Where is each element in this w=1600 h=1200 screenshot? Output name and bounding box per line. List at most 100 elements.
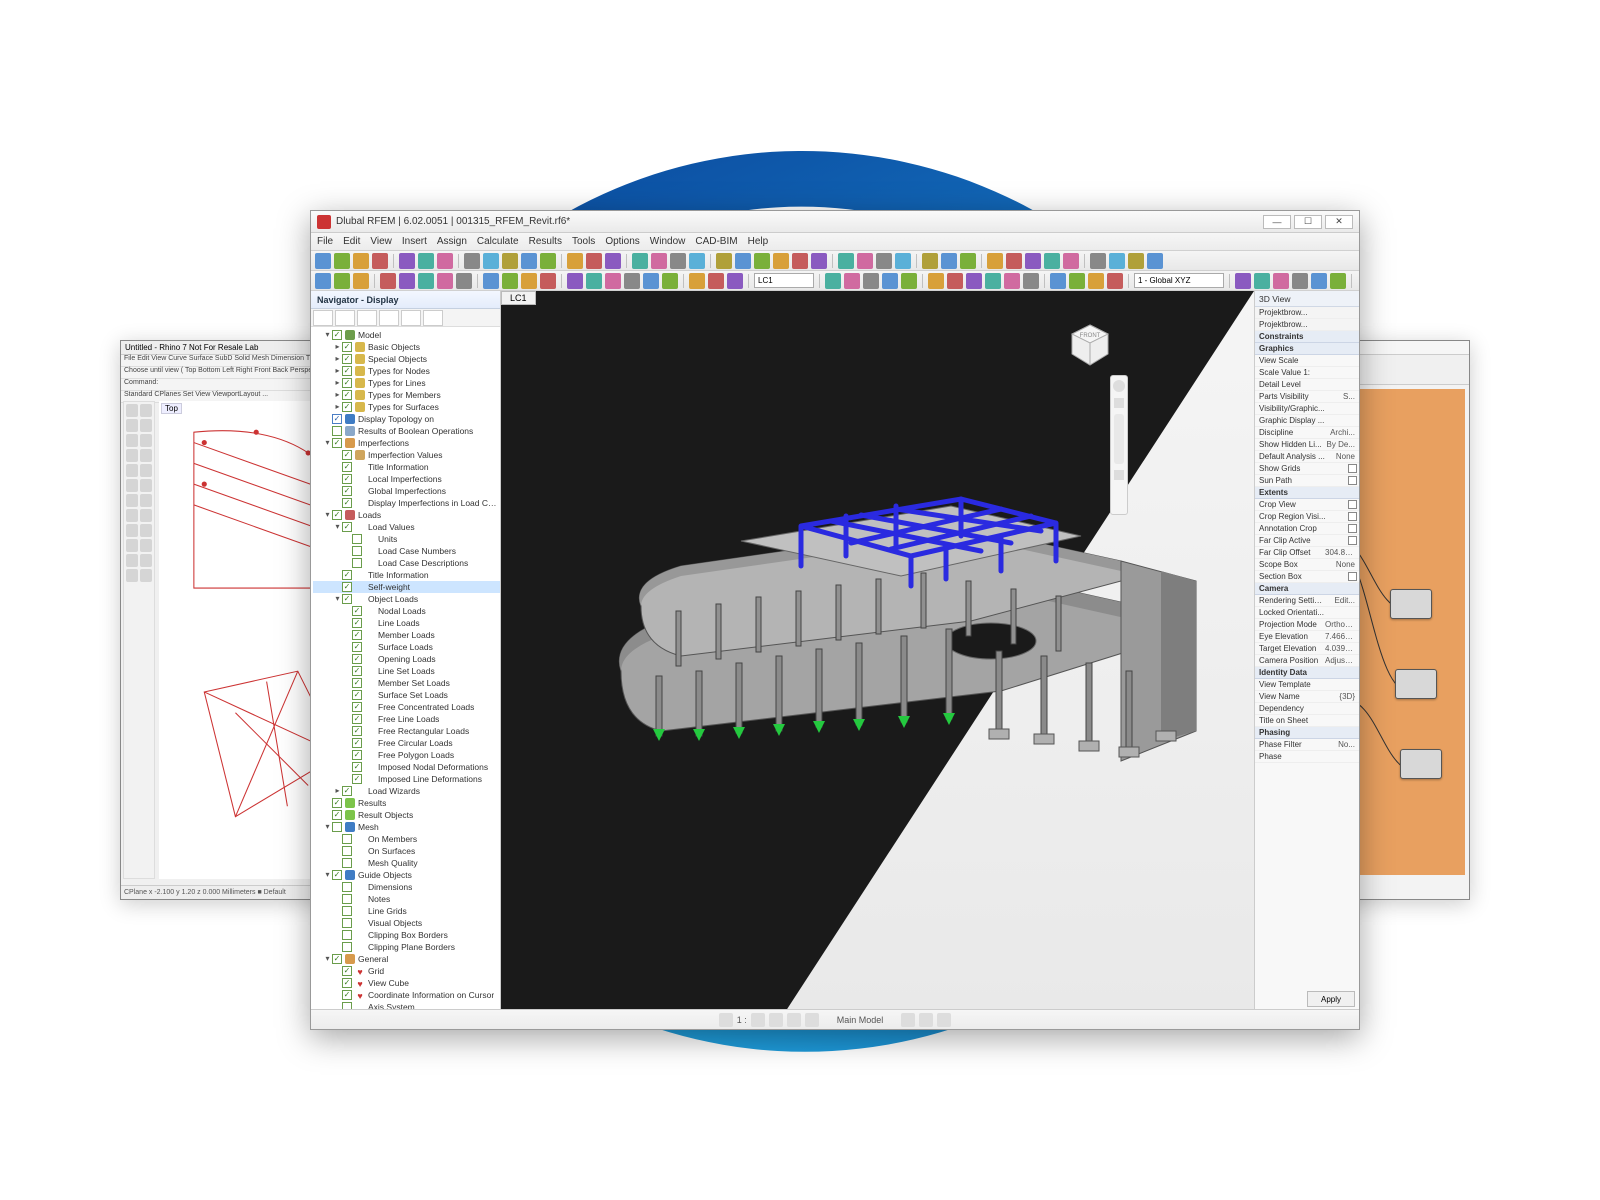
rhino-tool-palette[interactable] — [123, 401, 155, 879]
toolbar-icon[interactable] — [540, 273, 556, 289]
tree-node[interactable]: ✓Axis System — [313, 1001, 500, 1009]
prop-section-header[interactable]: Phasing — [1255, 727, 1359, 739]
checkbox[interactable]: ✓ — [342, 858, 352, 868]
prop-row[interactable]: Visibility/Graphic... — [1255, 403, 1359, 415]
prop-value[interactable]: Archi... — [1325, 428, 1357, 437]
toolbar-icon[interactable] — [1147, 253, 1163, 269]
tree-node[interactable]: ✓♥Grid — [313, 965, 500, 977]
tree-node[interactable]: ✓Title Information — [313, 569, 500, 581]
checkbox[interactable]: ✓ — [332, 510, 342, 520]
prop-row[interactable]: Sun Path — [1255, 475, 1359, 487]
menu-item[interactable]: File — [317, 236, 333, 247]
checkbox[interactable]: ✓ — [332, 870, 342, 880]
properties-header[interactable]: 3D View — [1255, 291, 1359, 307]
tree-node[interactable]: ✓Free Circular Loads — [313, 737, 500, 749]
prop-row[interactable]: Default Analysis ...None — [1255, 451, 1359, 463]
toolbar-icon[interactable] — [1044, 253, 1060, 269]
prop-checkbox[interactable] — [1348, 464, 1357, 473]
tree-node[interactable]: ▾✓Load Values — [313, 521, 500, 533]
prop-row[interactable]: Section Box — [1255, 571, 1359, 583]
toolbar-icon[interactable] — [651, 253, 667, 269]
toolbar-icon[interactable] — [483, 253, 499, 269]
toolbar-icon[interactable] — [521, 253, 537, 269]
toolbar-icon[interactable] — [1063, 253, 1079, 269]
checkbox[interactable]: ✓ — [332, 414, 342, 424]
toolbar-icon[interactable] — [670, 253, 686, 269]
toolbar-icon[interactable] — [437, 253, 453, 269]
tree-node[interactable]: ▸✓Special Objects — [313, 353, 500, 365]
checkbox[interactable]: ✓ — [342, 462, 352, 472]
prop-value[interactable]: Orthograp... — [1325, 620, 1357, 629]
checkbox[interactable]: ✓ — [352, 546, 362, 556]
tree-node[interactable]: ✓Mesh Quality — [313, 857, 500, 869]
prop-row[interactable]: Scale Value 1: — [1255, 367, 1359, 379]
toolbar-icon[interactable] — [1069, 273, 1085, 289]
toolbar-icon[interactable] — [1109, 253, 1125, 269]
toolbar-icon[interactable] — [540, 253, 556, 269]
status-icon[interactable] — [937, 1013, 951, 1027]
toolbar-icon[interactable] — [1023, 273, 1039, 289]
prop-row[interactable]: Graphic Display ... — [1255, 415, 1359, 427]
tree-node[interactable]: ✓Global Imperfections — [313, 485, 500, 497]
tree-node[interactable]: ✓Results — [313, 797, 500, 809]
tree-node[interactable]: ✓Notes — [313, 893, 500, 905]
tree-node[interactable]: ✓Free Polygon Loads — [313, 749, 500, 761]
checkbox[interactable]: ✓ — [342, 990, 352, 1000]
expand-icon[interactable]: ▾ — [323, 869, 332, 881]
checkbox[interactable]: ✓ — [352, 762, 362, 772]
checkbox[interactable]: ✓ — [342, 486, 352, 496]
prop-value[interactable]: No... — [1325, 740, 1357, 749]
toolbar-icon[interactable] — [882, 273, 898, 289]
checkbox[interactable]: ✓ — [342, 966, 352, 976]
prop-row[interactable]: Rendering Settin...Edit... — [1255, 595, 1359, 607]
prop-row[interactable]: Camera PositionAdjustin... — [1255, 655, 1359, 667]
toolbar-icon[interactable] — [605, 253, 621, 269]
status-icon[interactable] — [787, 1013, 801, 1027]
prop-value[interactable]: 7.4664 m — [1325, 632, 1357, 641]
toolbar-icon[interactable] — [399, 273, 415, 289]
prop-row[interactable]: Dependency — [1255, 703, 1359, 715]
toolbar-icon[interactable] — [662, 273, 678, 289]
menu-bar[interactable]: FileEditViewInsertAssignCalculateResults… — [311, 233, 1359, 251]
tree-node[interactable]: ✓Local Imperfections — [313, 473, 500, 485]
tree-node[interactable]: ✓Line Grids — [313, 905, 500, 917]
tree-node[interactable]: ✓Member Set Loads — [313, 677, 500, 689]
status-icon[interactable] — [751, 1013, 765, 1027]
tree-node[interactable]: ✓Results of Boolean Operations — [313, 425, 500, 437]
expand-icon[interactable]: ▾ — [323, 437, 332, 449]
prop-row[interactable]: Show Hidden Li...By De... — [1255, 439, 1359, 451]
checkbox[interactable]: ✓ — [352, 750, 362, 760]
expand-icon[interactable]: ▸ — [333, 353, 342, 365]
toolbar-icon[interactable] — [825, 273, 841, 289]
toolbar-icon[interactable] — [353, 253, 369, 269]
toolbar-icon[interactable] — [372, 253, 388, 269]
toolbar-icon[interactable] — [792, 253, 808, 269]
tree-node[interactable]: ✓Load Case Numbers — [313, 545, 500, 557]
toolbar-icon[interactable] — [716, 253, 732, 269]
checkbox[interactable]: ✓ — [342, 498, 352, 508]
prop-row[interactable]: Parts VisibilityS... — [1255, 391, 1359, 403]
prop-value[interactable]: 304.8000 m — [1325, 548, 1357, 557]
prop-row[interactable]: Far Clip Active — [1255, 535, 1359, 547]
toolbar-icon[interactable] — [947, 273, 963, 289]
checkbox[interactable]: ✓ — [342, 930, 352, 940]
checkbox[interactable]: ✓ — [342, 918, 352, 928]
tree-node[interactable]: ✓Surface Set Loads — [313, 689, 500, 701]
toolbar-icon[interactable] — [464, 253, 480, 269]
toolbar-icon[interactable] — [521, 273, 537, 289]
toolbar-icon[interactable] — [1004, 273, 1020, 289]
toolbar-icon[interactable] — [941, 253, 957, 269]
toolbar-icon[interactable] — [863, 273, 879, 289]
loadcase-dropdown[interactable]: LC1 — [754, 273, 814, 288]
checkbox[interactable]: ✓ — [342, 942, 352, 952]
tree-node[interactable]: ▸✓Types for Nodes — [313, 365, 500, 377]
tree-node[interactable]: ✓Display Topology on — [313, 413, 500, 425]
tree-node[interactable]: ▾✓Imperfections — [313, 437, 500, 449]
toolbar-icon[interactable] — [315, 273, 331, 289]
tree-node[interactable]: ▾✓Guide Objects — [313, 869, 500, 881]
menu-item[interactable]: Results — [529, 236, 562, 247]
menu-item[interactable]: Edit — [343, 236, 360, 247]
checkbox[interactable]: ✓ — [352, 738, 362, 748]
toolbar-icon[interactable] — [922, 253, 938, 269]
expand-icon[interactable]: ▸ — [333, 389, 342, 401]
